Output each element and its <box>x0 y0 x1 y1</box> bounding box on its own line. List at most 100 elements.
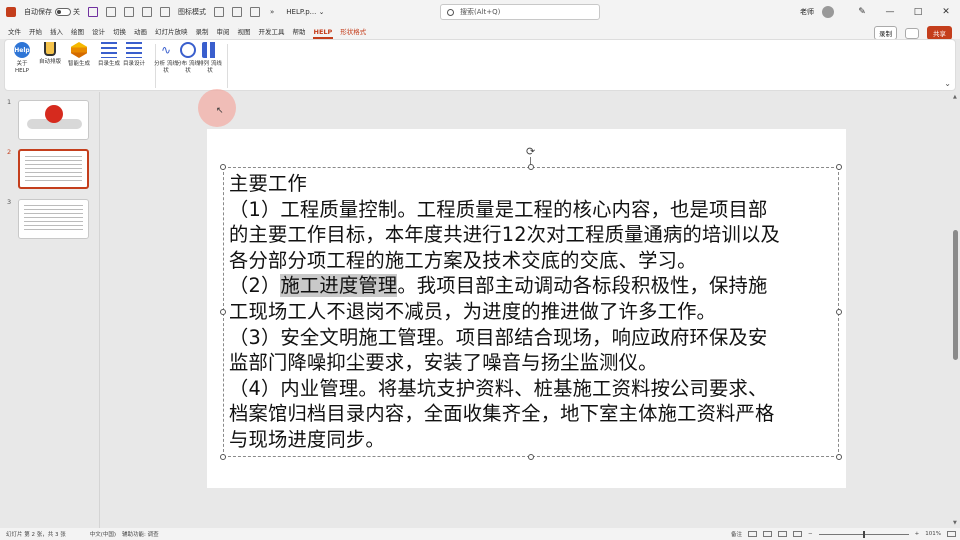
text-line: （3）安全文明施工管理。项目部结合现场，响应政府环保及安 <box>229 325 768 349</box>
present-icon[interactable] <box>142 7 152 17</box>
scrollbar-thumb[interactable] <box>953 230 958 360</box>
toc-design-button[interactable]: 目录设计 <box>121 42 147 88</box>
table-icon[interactable] <box>232 7 242 17</box>
thumbnail-shape <box>45 105 63 123</box>
slide-text[interactable]: 主要工作 （1）工程质量控制。工程质量是工程的核心内容，也是项目部 的主要工作目… <box>229 171 834 453</box>
slide-number: 3 <box>7 198 12 206</box>
maximize-button[interactable]: □ <box>904 0 932 24</box>
toc-generate-button[interactable]: 目录生成 <box>96 42 122 88</box>
quick-mode-label[interactable]: 图标模式 <box>178 7 206 17</box>
autosave-label: 自动保存 <box>24 8 52 16</box>
tab-view[interactable]: 视图 <box>234 26 255 39</box>
grid-icon <box>202 42 218 58</box>
resize-handle[interactable] <box>220 164 226 170</box>
zoom-out-icon[interactable]: − <box>808 531 813 537</box>
avatar[interactable] <box>822 6 834 18</box>
slide-thumbnail-1[interactable] <box>18 100 89 140</box>
resize-handle[interactable] <box>528 164 534 170</box>
tab-draw[interactable]: 绘图 <box>67 26 88 39</box>
accessibility-status[interactable]: 辅助功能: 调查 <box>122 530 159 538</box>
autosave-toggle[interactable] <box>55 8 71 16</box>
resize-handle[interactable] <box>836 454 842 460</box>
ribbon-separator <box>227 44 228 88</box>
tab-insert[interactable]: 插入 <box>46 26 67 39</box>
ribbon-tabs: 文件 开始 插入 绘图 设计 切换 动画 幻灯片放映 录制 审阅 视图 开发工具… <box>0 24 960 39</box>
undo-icon[interactable] <box>106 7 116 17</box>
text-line: 与现场进度同步。 <box>229 427 385 451</box>
tab-record[interactable]: 录制 <box>192 26 213 39</box>
comment-icon[interactable] <box>905 27 919 39</box>
slide-number: 1 <box>7 98 12 106</box>
resize-handle[interactable] <box>836 309 842 315</box>
normal-view-icon[interactable] <box>748 531 758 537</box>
search-input[interactable]: 搜索(Alt+Q) <box>460 7 500 17</box>
tab-shape-format[interactable]: 形状格式 <box>336 26 370 39</box>
save-icon[interactable] <box>88 7 98 17</box>
zoom-slider[interactable] <box>818 530 909 538</box>
slide-thumbnail-2[interactable] <box>18 149 89 189</box>
ribbon-label: 智能生成 <box>67 61 90 67</box>
lines-icon <box>101 42 117 58</box>
close-button[interactable]: ✕ <box>932 0 960 24</box>
tabs-right: 录制 共享 <box>874 26 952 40</box>
about-help-button[interactable]: Help 关于 HELP <box>9 42 35 88</box>
search-box[interactable]: 搜索(Alt+Q) <box>440 4 600 20</box>
scroll-down-icon[interactable]: ▼ <box>953 520 957 526</box>
text-line: 档案馆归档目录内容，全面收集齐全，地下室主体施工资料严格 <box>229 402 775 426</box>
user-name[interactable]: 老师 <box>800 7 814 17</box>
vertical-scrollbar[interactable]: ▲ ▼ <box>951 92 960 528</box>
search-icon <box>447 8 454 16</box>
tab-home[interactable]: 开始 <box>25 26 46 39</box>
document-title[interactable]: HELP.p... ⌄ <box>286 8 324 16</box>
tab-transitions[interactable]: 切换 <box>109 26 130 39</box>
collapse-ribbon-icon[interactable]: ⌄ <box>944 79 951 88</box>
thumbnail-text <box>25 156 82 182</box>
resize-handle[interactable] <box>220 309 226 315</box>
slideshow-icon[interactable] <box>793 531 803 537</box>
image-icon[interactable] <box>250 7 260 17</box>
rotate-handle-icon[interactable]: ⟳ <box>526 145 535 158</box>
slide-sorter-icon[interactable] <box>763 531 773 537</box>
tab-animations[interactable]: 动画 <box>130 26 151 39</box>
layout-icon[interactable] <box>214 7 224 17</box>
slide-thumbnails-panel: 1 2 3 <box>0 92 100 528</box>
text-segment: （2） <box>229 274 281 298</box>
more-commands-icon[interactable]: » <box>270 8 274 16</box>
scroll-up-icon[interactable]: ▲ <box>953 94 957 100</box>
smart-generate-button[interactable]: 智能生成 <box>66 42 92 88</box>
resize-handle[interactable] <box>528 454 534 460</box>
tab-help[interactable]: 帮助 <box>289 26 310 39</box>
minimize-button[interactable]: — <box>876 0 904 24</box>
text-line: （4）内业管理。将基坑支护资料、桩基施工资料按公司要求、 <box>229 376 768 400</box>
reading-view-icon[interactable] <box>778 531 788 537</box>
tab-review[interactable]: 审阅 <box>213 26 234 39</box>
zoom-in-icon[interactable]: + <box>915 531 920 537</box>
redo-icon[interactable] <box>124 7 134 17</box>
tab-design[interactable]: 设计 <box>88 26 109 39</box>
tab-slideshow[interactable]: 幻灯片放映 <box>151 26 192 39</box>
text-line: （1）工程质量控制。工程质量是工程的核心内容，也是项目部 <box>229 197 768 221</box>
text-line: （2）施工进度管理。我项目部主动调动各标段积极性，保持施 <box>229 273 834 299</box>
language-status[interactable]: 中文(中国) <box>90 530 116 538</box>
ribbon-label: 关于 HELP <box>15 61 29 74</box>
zoom-level[interactable]: 101% <box>925 531 941 537</box>
share-button[interactable]: 共享 <box>927 26 952 40</box>
target-icon <box>180 42 196 58</box>
auto-layout-button[interactable]: 自动排版 <box>37 42 63 88</box>
zoom-slider-knob[interactable] <box>862 530 865 538</box>
resize-handle[interactable] <box>836 164 842 170</box>
tab-help-addin[interactable]: HELP <box>310 28 337 39</box>
wave-icon: ∿ <box>160 42 172 57</box>
slide-thumbnail-3[interactable] <box>18 199 89 239</box>
slide-number: 2 <box>7 148 12 156</box>
tab-developer[interactable]: 开发工具 <box>255 26 289 39</box>
notes-button[interactable]: 备注 <box>731 530 742 538</box>
record-button[interactable]: 录制 <box>874 26 897 40</box>
tab-file[interactable]: 文件 <box>4 26 25 39</box>
resize-handle[interactable] <box>220 454 226 460</box>
shapes-icon[interactable] <box>160 7 170 17</box>
titlebar-right: 老师 ✎ — □ ✕ <box>800 0 960 24</box>
arrange-button[interactable]: 排列 流线状 <box>197 42 223 88</box>
pen-icon[interactable]: ✎ <box>848 0 876 24</box>
fit-slide-icon[interactable] <box>947 531 956 537</box>
